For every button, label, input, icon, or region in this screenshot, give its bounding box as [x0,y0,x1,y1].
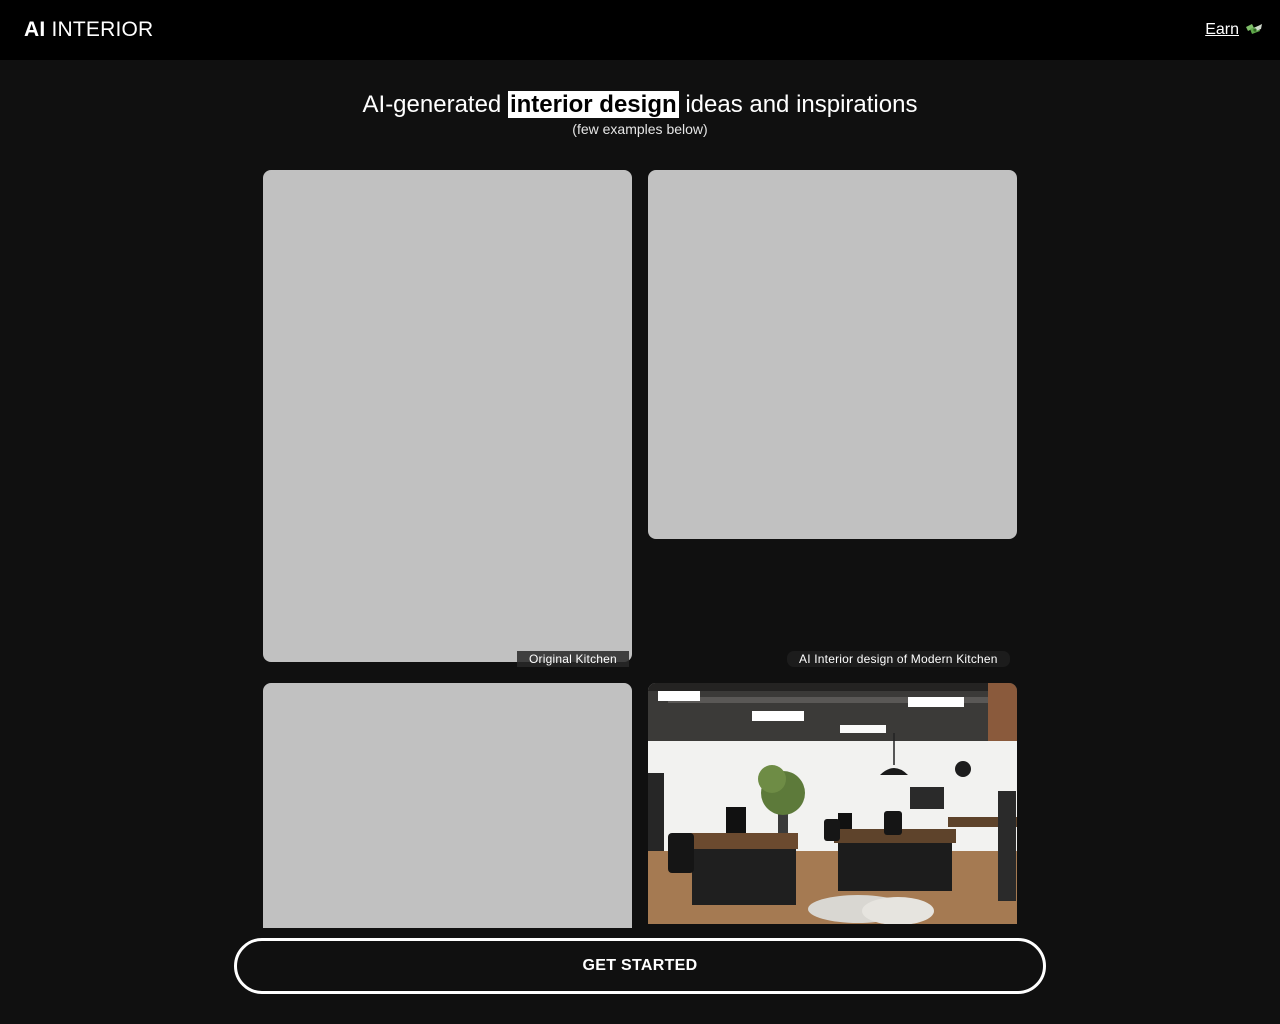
original-kitchen-image[interactable] [263,170,632,662]
top-bar: AI INTERIOR Earn [0,0,1280,60]
title-highlight: interior design [507,91,679,118]
logo-text: INTERIOR [51,18,154,41]
original-office-image[interactable] [263,683,632,928]
logo[interactable]: AI INTERIOR [24,18,153,42]
earn-link[interactable]: Earn [1205,21,1264,39]
hero-title: AI-generated interior design ideas and i… [362,91,918,118]
caption-original-kitchen: Original Kitchen [517,651,629,667]
get-started-button[interactable]: GET STARTED [234,938,1046,994]
hero-subtitle: (few examples below) [572,121,708,137]
hero: AI-generated interior design ideas and i… [0,90,1280,137]
ai-office-image[interactable] [648,683,1017,924]
logo-bold: AI [24,18,46,41]
earn-label: Earn [1205,21,1239,38]
caption-ai-kitchen: AI Interior design of Modern Kitchen [787,651,1010,667]
money-wings-icon [1244,22,1264,38]
ai-kitchen-image[interactable] [648,170,1017,539]
